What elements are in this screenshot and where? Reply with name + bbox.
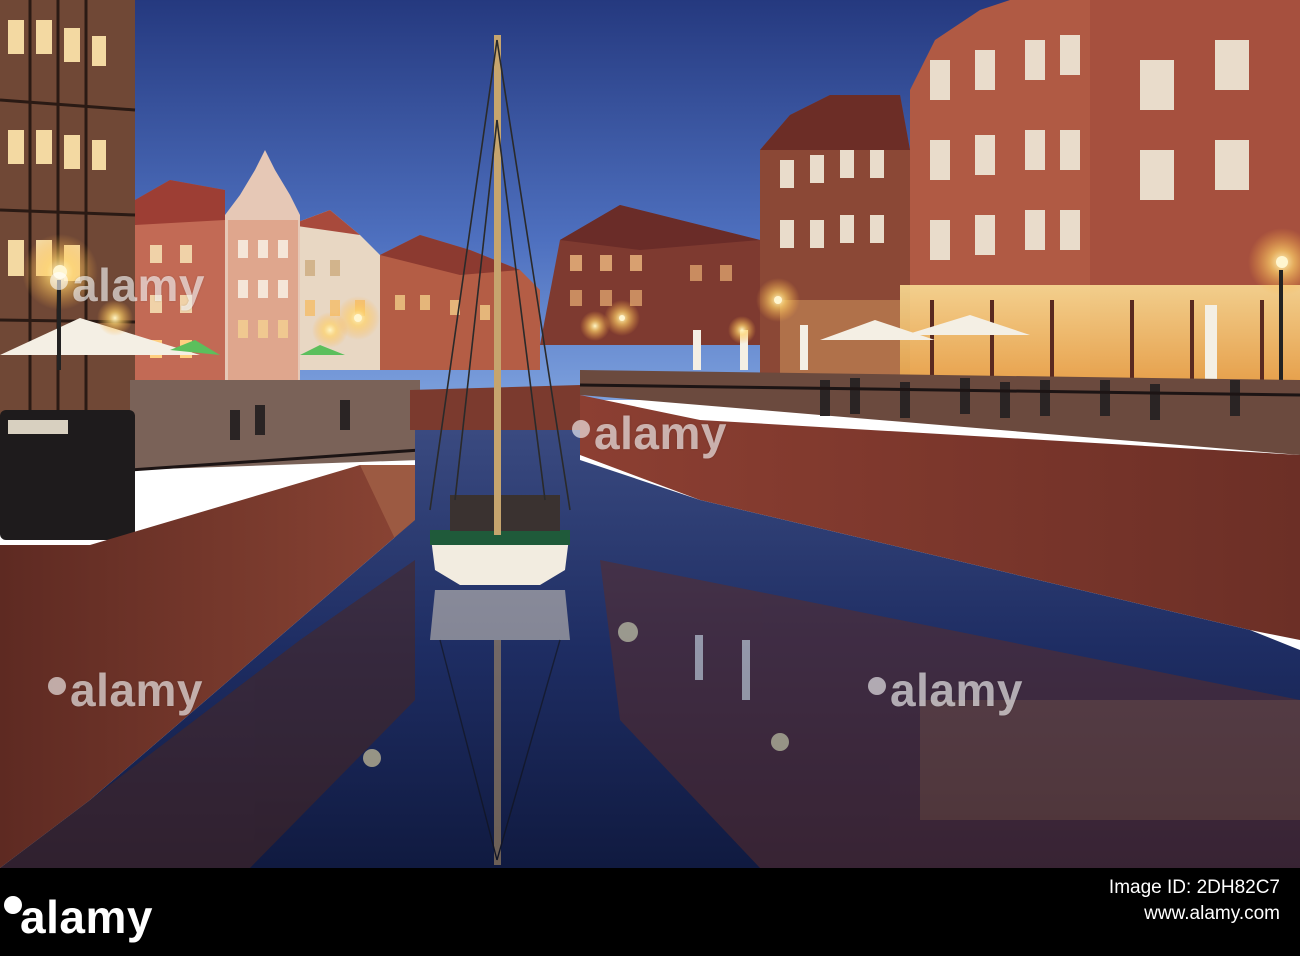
footer-brand: alamy — [20, 891, 153, 943]
stock-photo-frame: alamy alamy alamy alamy alamy Image ID: … — [0, 0, 1300, 956]
footer-image-info: Image ID: 2DH82C7 www.alamy.com — [1109, 875, 1280, 926]
footer-url: www.alamy.com — [1144, 902, 1280, 924]
left-buildings — [0, 0, 136, 420]
footer-bar — [0, 868, 1300, 956]
image-id-label: Image ID: 2DH82C7 — [1108, 877, 1280, 898]
photo — [0, 0, 1300, 868]
